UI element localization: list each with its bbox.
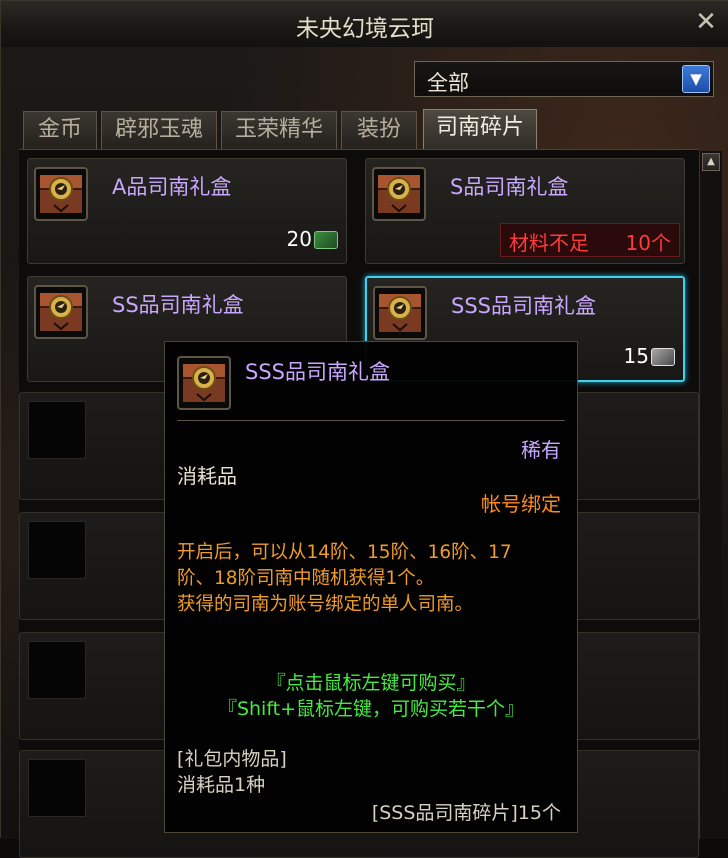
tooltip-contents-header: [礼包内物品]: [177, 748, 287, 770]
tab-yurong-essence[interactable]: 玉荣精华: [221, 111, 337, 149]
title-bar[interactable]: 未央幻境云珂 ✕: [1, 1, 728, 48]
tab-sinan-fragment[interactable]: 司南碎片: [423, 109, 537, 149]
chevron-down-icon[interactable]: ▼: [682, 65, 710, 93]
silver-ticket-icon: [651, 348, 675, 366]
category-dropdown[interactable]: 全部 ▼: [414, 61, 714, 97]
close-icon[interactable]: ✕: [691, 7, 721, 37]
divider: [177, 420, 565, 421]
empty-icon-slot: [28, 641, 86, 699]
tooltip-contents-line: 消耗品1种: [177, 774, 266, 796]
scroll-up-icon[interactable]: ▲: [702, 153, 720, 171]
warning-text: 材料不足: [509, 231, 589, 255]
item-card-s-gift-box[interactable]: S品司南礼盒 材料不足 10个: [365, 158, 685, 264]
tab-costume[interactable]: 装扮: [341, 111, 417, 149]
tooltip-description-line: 阶、18阶司南中随机获得1个。: [177, 568, 435, 589]
gift-box-icon: [177, 356, 231, 410]
green-ticket-icon: [314, 231, 338, 249]
scrollbar[interactable]: ▲: [699, 151, 722, 839]
empty-icon-slot: [28, 759, 86, 817]
tooltip-item-type: 消耗品: [177, 464, 237, 488]
gift-box-icon: [34, 285, 88, 339]
item-name: SSS品司南礼盒: [451, 294, 596, 318]
item-tooltip: SSS品司南礼盒 稀有 消耗品 帐号绑定 开启后，可以从14阶、15阶、16阶、…: [164, 341, 578, 833]
item-cost: 15: [623, 344, 649, 368]
tooltip-description-line: 获得的司南为账号绑定的单人司南。: [177, 594, 474, 615]
empty-icon-slot: [28, 521, 86, 579]
insufficient-material-badge: 材料不足 10个: [500, 223, 680, 257]
item-card-a-gift-box[interactable]: A品司南礼盒 20: [27, 158, 347, 264]
item-cost: 20: [286, 227, 312, 251]
empty-icon-slot: [28, 401, 86, 459]
window-title: 未央幻境云珂: [296, 16, 434, 42]
item-name: SS品司南礼盒: [112, 293, 244, 317]
tooltip-click-hint: 『点击鼠标左键可购买』: [266, 672, 476, 694]
tab-bixie-yuhun[interactable]: 辟邪玉魂: [101, 111, 217, 149]
gift-box-icon: [372, 167, 426, 221]
tooltip-rarity: 稀有: [521, 438, 561, 462]
tooltip-description-line: 开启后，可以从14阶、15阶、16阶、17: [177, 542, 512, 563]
tooltip-binding: 帐号绑定: [481, 492, 561, 516]
item-name: A品司南礼盒: [112, 175, 232, 199]
warning-count: 10个: [625, 231, 671, 255]
gift-box-icon: [34, 167, 88, 221]
tooltip-item-name: SSS品司南礼盒: [245, 360, 390, 384]
tab-gold[interactable]: 金币: [23, 111, 97, 149]
dropdown-value: 全部: [427, 71, 469, 95]
tooltip-shift-hint: 『Shift+鼠标左键，可购买若干个』: [217, 698, 525, 720]
gift-box-icon: [373, 286, 427, 340]
shop-window: 未央幻境云珂 ✕ 全部 ▼ 金币 辟邪玉魂 玉荣精华 装扮 司南碎片 A品司南礼…: [0, 0, 728, 858]
item-name: S品司南礼盒: [450, 175, 569, 199]
tooltip-fragment-line: [SSS品司南碎片]15个: [371, 802, 561, 824]
